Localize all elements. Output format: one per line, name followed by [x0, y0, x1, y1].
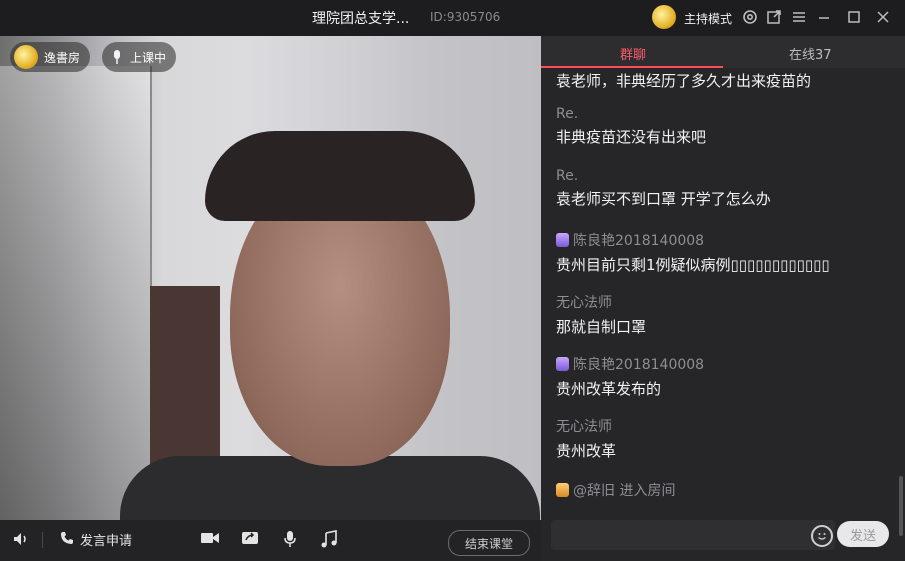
chat-tabs: 群聊 在线37	[541, 36, 905, 68]
message-item: 无心法师 那就自制口罩	[556, 292, 646, 337]
message-text: 贵州改革发布的	[556, 380, 662, 398]
message-list: 袁老师，非典经历了多久才出来疫苗的 Re. 非典疫苗还没有出来吧 Re. 袁老师…	[556, 70, 896, 540]
microphone-icon[interactable]	[283, 530, 297, 548]
message-sender: 无心法师	[556, 295, 612, 311]
user-badge-icon	[556, 233, 569, 247]
video-feed	[0, 36, 541, 520]
message-sender: 陈良艳2018140008	[556, 230, 830, 250]
menu-icon[interactable]	[790, 8, 808, 26]
speaker-icon[interactable]	[12, 530, 30, 548]
class-status-label: 上课中	[130, 50, 167, 65]
message-item: 袁老师，非典经历了多久才出来疫苗的	[556, 70, 811, 91]
video-background-shelf	[0, 66, 152, 520]
message-item: Re. 袁老师买不到口罩 开学了怎么办	[556, 168, 771, 209]
teacher-badge[interactable]: 逸書房	[10, 42, 91, 72]
chat-input[interactable]	[551, 520, 835, 550]
message-item: 陈良艳2018140008 贵州目前只剩1例疑似病例▯▯▯▯▯▯▯▯▯▯▯▯	[556, 230, 830, 275]
chat-panel: 群聊 在线37 袁老师，非典经历了多久才出来疫苗的 Re. 非典疫苗还没有出来吧…	[541, 36, 905, 561]
message-text: 那就自制口罩	[556, 318, 647, 336]
message-text: 袁老师，非典经历了多久才出来疫苗的	[556, 72, 812, 90]
tab-group-chat[interactable]: 群聊	[620, 44, 646, 63]
user-badge-icon	[556, 483, 569, 497]
tab-online[interactable]: 在线37	[789, 44, 832, 63]
music-icon[interactable]	[320, 530, 338, 548]
system-notice: @辞旧 进入房间	[556, 480, 675, 500]
message-text: 贵州目前只剩1例疑似病例▯▯▯▯▯▯▯▯▯▯▯▯	[556, 256, 830, 274]
window-title: 理院团总支学...	[312, 11, 410, 27]
maximize-icon[interactable]	[845, 8, 863, 26]
class-status-badge: 上课中	[102, 42, 177, 72]
microphone-live-icon	[110, 48, 124, 66]
divider	[42, 532, 43, 548]
message-text: 袁老师买不到口罩 开学了怎么办	[556, 190, 771, 208]
settings-icon[interactable]	[741, 8, 759, 26]
camera-icon[interactable]	[200, 530, 220, 546]
room-id: ID:9305706	[430, 10, 501, 24]
message-text: 贵州改革	[556, 442, 617, 460]
apply-speak-label: 发言申请	[80, 534, 133, 549]
message-item: 陈良艳2018140008 贵州改革发布的	[556, 354, 704, 399]
notice-user[interactable]: @辞旧	[573, 480, 615, 500]
active-tab-indicator	[541, 66, 723, 68]
chat-scrollbar[interactable]	[899, 476, 903, 536]
message-sender: 无心法师	[556, 419, 612, 435]
video-person-hair	[205, 131, 475, 221]
end-class-button[interactable]: 结束课堂	[448, 530, 530, 556]
screen-share-icon[interactable]	[241, 530, 259, 546]
send-button[interactable]: 发送	[837, 521, 889, 547]
message-item: 无心法师 贵州改革	[556, 416, 616, 461]
user-badge-icon	[556, 357, 569, 371]
teacher-name: 逸書房	[44, 50, 81, 65]
message-item: Re. 非典疫苗还没有出来吧	[556, 106, 706, 147]
apply-speak-button[interactable]: 发言申请	[60, 530, 132, 549]
close-icon[interactable]	[874, 8, 892, 26]
phone-icon	[60, 531, 74, 549]
message-sender: 陈良艳2018140008	[556, 354, 704, 374]
host-avatar[interactable]	[652, 5, 676, 29]
title-bar: 理院团总支学... ID:9305706 主持模式	[0, 0, 905, 36]
popout-icon[interactable]	[765, 8, 783, 26]
system-notice-line: @辞旧 进入房间	[556, 480, 675, 500]
emoji-icon[interactable]	[811, 525, 833, 547]
message-sender: Re.	[556, 106, 579, 122]
notice-action: 进入房间	[619, 483, 676, 499]
host-mode-label[interactable]: 主持模式	[684, 10, 732, 27]
minimize-icon[interactable]	[815, 8, 833, 26]
message-text: 非典疫苗还没有出来吧	[556, 128, 707, 146]
message-sender: Re.	[556, 168, 579, 184]
teacher-avatar	[14, 45, 38, 69]
